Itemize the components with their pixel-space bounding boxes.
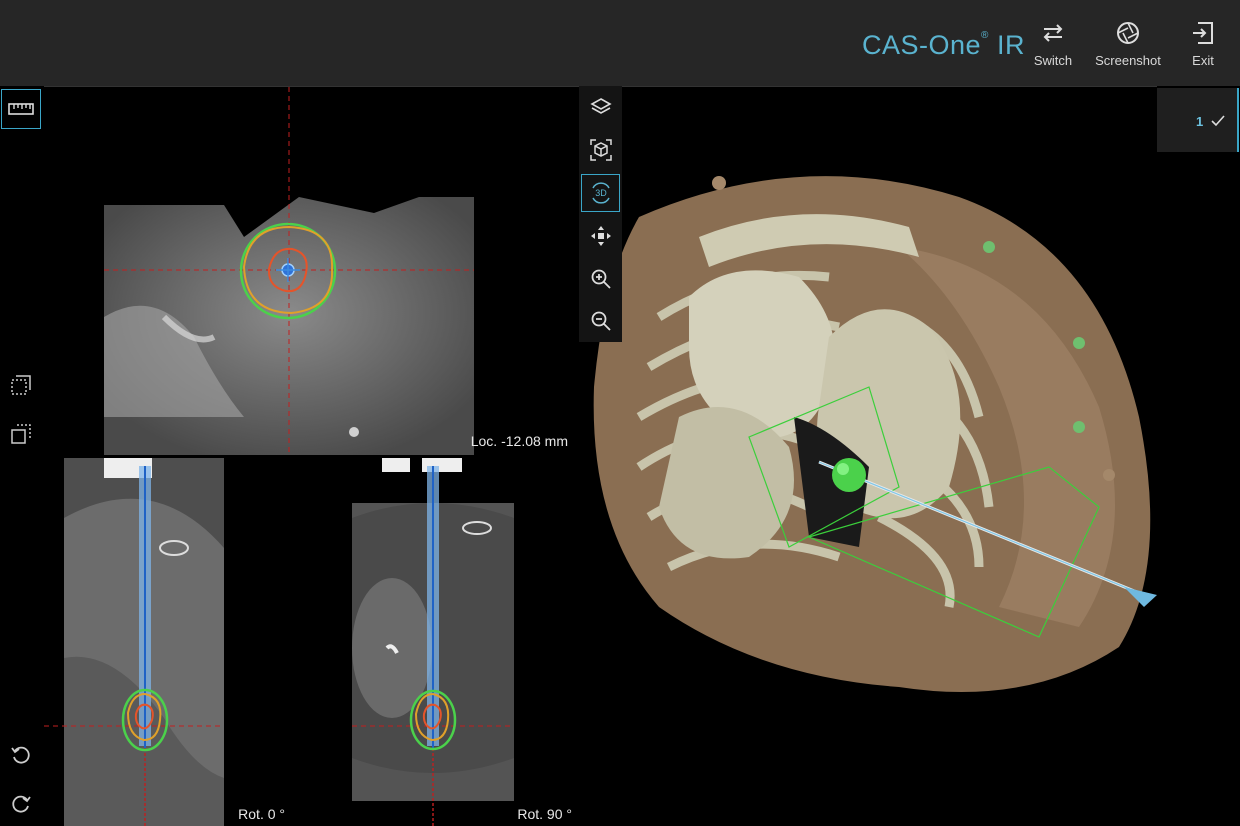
rotate-right-button[interactable] <box>0 783 42 825</box>
zoom-in-icon <box>591 269 611 289</box>
rotate-3d-button[interactable]: 3D <box>579 172 622 214</box>
rot90-ct-image <box>352 458 514 826</box>
rotate-left-button[interactable] <box>0 734 42 776</box>
switch-label: Switch <box>1033 53 1073 68</box>
top-bar: CAS-One® IR Switch Screenshot Exit <box>0 0 1240 87</box>
swap-arrows-icon <box>1043 24 1063 42</box>
rot0-label: Rot. 0 ° <box>238 806 285 822</box>
trajectory-panel: 1 <box>1157 86 1240 826</box>
rotate-cw-icon <box>12 795 31 813</box>
brand-name: CAS-One <box>862 30 982 60</box>
view-3d-toolbar: 3D <box>579 86 622 342</box>
camera-shutter-icon <box>1117 22 1139 44</box>
registered-mark: ® <box>981 30 989 41</box>
pan-icon <box>590 226 611 246</box>
exit-icon <box>1193 22 1213 44</box>
duplicate-view-button[interactable] <box>0 413 42 455</box>
rot90-ct-view[interactable]: Rot. 90 ° <box>292 458 578 826</box>
check-icon <box>1211 115 1225 127</box>
rotate-ccw-icon <box>11 746 30 764</box>
reset-view-button[interactable] <box>579 129 622 171</box>
copy-frame-icon <box>11 424 31 444</box>
rotate-3d-text: 3D <box>595 188 607 198</box>
rot0-ct-view[interactable]: Rot. 0 ° <box>44 458 291 826</box>
pan-button[interactable] <box>579 215 622 257</box>
volume-3d-view[interactable] <box>579 87 1157 826</box>
zoom-in-button[interactable] <box>579 258 622 300</box>
axial-ct-view[interactable]: Loc. -12.08 mm <box>44 87 578 455</box>
reset-view-cube-icon <box>589 139 612 161</box>
zoom-out-button[interactable] <box>579 300 622 342</box>
layers-icon <box>589 98 612 114</box>
dotted-frame-icon <box>11 375 31 395</box>
axial-ct-image <box>104 87 474 455</box>
trajectory-number: 1 <box>1196 114 1204 129</box>
exit-button[interactable]: Exit <box>1166 20 1240 74</box>
ruler-button[interactable] <box>0 88 42 130</box>
left-tool-rail <box>0 86 44 826</box>
rot0-ct-image <box>44 458 224 826</box>
rotate-3d-icon: 3D <box>591 182 610 204</box>
zoom-out-icon <box>591 311 611 331</box>
ruler-icon <box>8 103 34 115</box>
layers-button[interactable] <box>579 86 622 128</box>
trajectory-item-1[interactable]: 1 <box>1157 88 1239 152</box>
volume-3d-render <box>593 176 1157 692</box>
axial-location-label: Loc. -12.08 mm <box>470 433 568 449</box>
exit-label: Exit <box>1192 53 1214 68</box>
app-brand: CAS-One® IR <box>862 30 1025 61</box>
screenshot-label: Screenshot <box>1095 53 1161 68</box>
screenshot-button[interactable]: Screenshot <box>1091 20 1165 74</box>
switch-button[interactable]: Switch <box>1016 20 1090 74</box>
slab-view-button[interactable] <box>0 364 42 406</box>
rot90-label: Rot. 90 ° <box>517 806 572 822</box>
